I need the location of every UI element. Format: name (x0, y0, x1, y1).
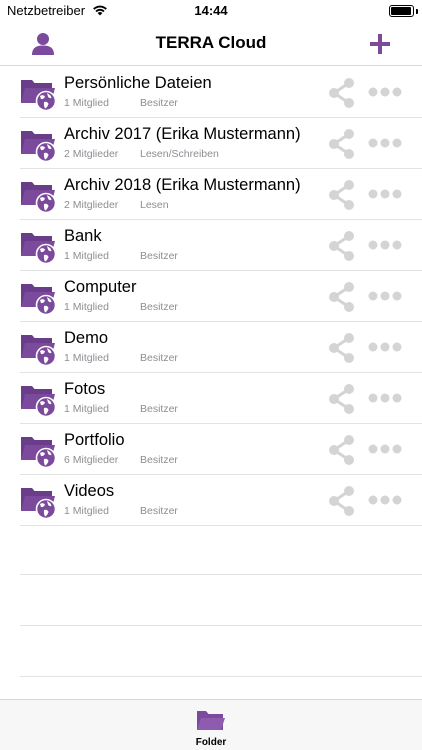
share-icon[interactable] (326, 77, 358, 109)
more-icon[interactable] (368, 442, 402, 454)
shared-folder-icon (20, 484, 60, 520)
folder-role: Lesen (140, 199, 169, 211)
more-icon[interactable] (368, 238, 402, 250)
shared-folder-icon (20, 178, 60, 214)
folder-row[interactable]: Portfolio 6 Mitglieder Besitzer (20, 424, 422, 475)
folder-role: Lesen/Schreiben (140, 148, 219, 160)
more-icon[interactable] (368, 340, 402, 352)
shared-folder-icon (20, 229, 60, 265)
folder-role: Besitzer (140, 505, 178, 517)
share-icon[interactable] (326, 230, 358, 262)
folder-name: Videos (64, 482, 115, 500)
folder-members: 1 Mitglied (64, 97, 109, 109)
folder-members: 6 Mitglieder (64, 454, 119, 466)
shared-folder-icon (20, 280, 60, 316)
battery-level (391, 7, 411, 15)
folder-name: Archiv 2018 (Erika Mustermann) (64, 176, 301, 194)
folder-icon (196, 708, 226, 732)
battery-tip (416, 9, 418, 14)
empty-row-divider (20, 676, 422, 677)
plus-icon[interactable] (368, 32, 392, 56)
folder-list: Persönliche Dateien 1 Mitglied Besitzer (0, 67, 422, 526)
folder-name: Fotos (64, 380, 106, 398)
shared-folder-icon (20, 76, 60, 112)
share-icon[interactable] (326, 179, 358, 211)
share-icon[interactable] (326, 383, 358, 415)
folder-row[interactable]: Demo 1 Mitglied Besitzer (20, 322, 422, 373)
folder-members: 1 Mitglied (64, 352, 109, 364)
folder-members: 2 Mitglieder (64, 199, 119, 211)
share-icon[interactable] (326, 434, 358, 466)
folder-row[interactable]: Archiv 2018 (Erika Mustermann) 2 Mitglie… (20, 169, 422, 220)
folder-name: Archiv 2017 (Erika Mustermann) (64, 125, 301, 143)
empty-row-divider (20, 574, 422, 575)
nav-bar: TERRA Cloud (0, 22, 422, 66)
folder-row[interactable]: Bank 1 Mitglied Besitzer (20, 220, 422, 271)
folder-members: 1 Mitglied (64, 250, 109, 262)
empty-row-divider (20, 625, 422, 626)
folder-members: 2 Mitglieder (64, 148, 119, 160)
folder-row[interactable]: Computer 1 Mitglied Besitzer (20, 271, 422, 322)
tab-folder-label: Folder (195, 737, 227, 748)
tab-folder[interactable]: Folder (181, 706, 241, 750)
folder-name: Bank (64, 227, 102, 245)
folder-role: Besitzer (140, 97, 178, 109)
folder-name: Demo (64, 329, 109, 347)
status-time: 14:44 (194, 3, 228, 18)
more-icon[interactable] (368, 391, 402, 403)
shared-folder-icon (20, 331, 60, 367)
folder-role: Besitzer (140, 250, 178, 262)
folder-row[interactable]: Archiv 2017 (Erika Mustermann) 2 Mitglie… (20, 118, 422, 169)
more-icon[interactable] (368, 85, 402, 97)
more-icon[interactable] (368, 187, 402, 199)
folder-members: 1 Mitglied (64, 301, 109, 313)
folder-role: Besitzer (140, 454, 178, 466)
share-icon[interactable] (326, 332, 358, 364)
folder-members: 1 Mitglied (64, 505, 109, 517)
status-bar: Netzbetreiber 14:44 (0, 0, 422, 22)
folder-members: 1 Mitglied (64, 403, 109, 415)
shared-folder-icon (20, 127, 60, 163)
more-icon[interactable] (368, 136, 402, 148)
folder-row[interactable]: Persönliche Dateien 1 Mitglied Besitzer (20, 67, 422, 118)
share-icon[interactable] (326, 281, 358, 313)
tab-bar: Folder (0, 699, 422, 750)
folder-row[interactable]: Fotos 1 Mitglied Besitzer (20, 373, 422, 424)
more-icon[interactable] (368, 493, 402, 505)
shared-folder-icon (20, 382, 60, 418)
folder-role: Besitzer (140, 403, 178, 415)
more-icon[interactable] (368, 289, 402, 301)
share-icon[interactable] (326, 485, 358, 517)
battery-icon (389, 5, 414, 17)
folder-name: Portfolio (64, 431, 125, 449)
folder-name: Computer (64, 278, 137, 296)
share-icon[interactable] (326, 128, 358, 160)
folder-role: Besitzer (140, 301, 178, 313)
folder-role: Besitzer (140, 352, 178, 364)
folder-row[interactable]: Videos 1 Mitglied Besitzer (20, 475, 422, 526)
shared-folder-icon (20, 433, 60, 469)
folder-name: Persönliche Dateien (64, 74, 212, 92)
page-title: TERRA Cloud (155, 33, 267, 52)
